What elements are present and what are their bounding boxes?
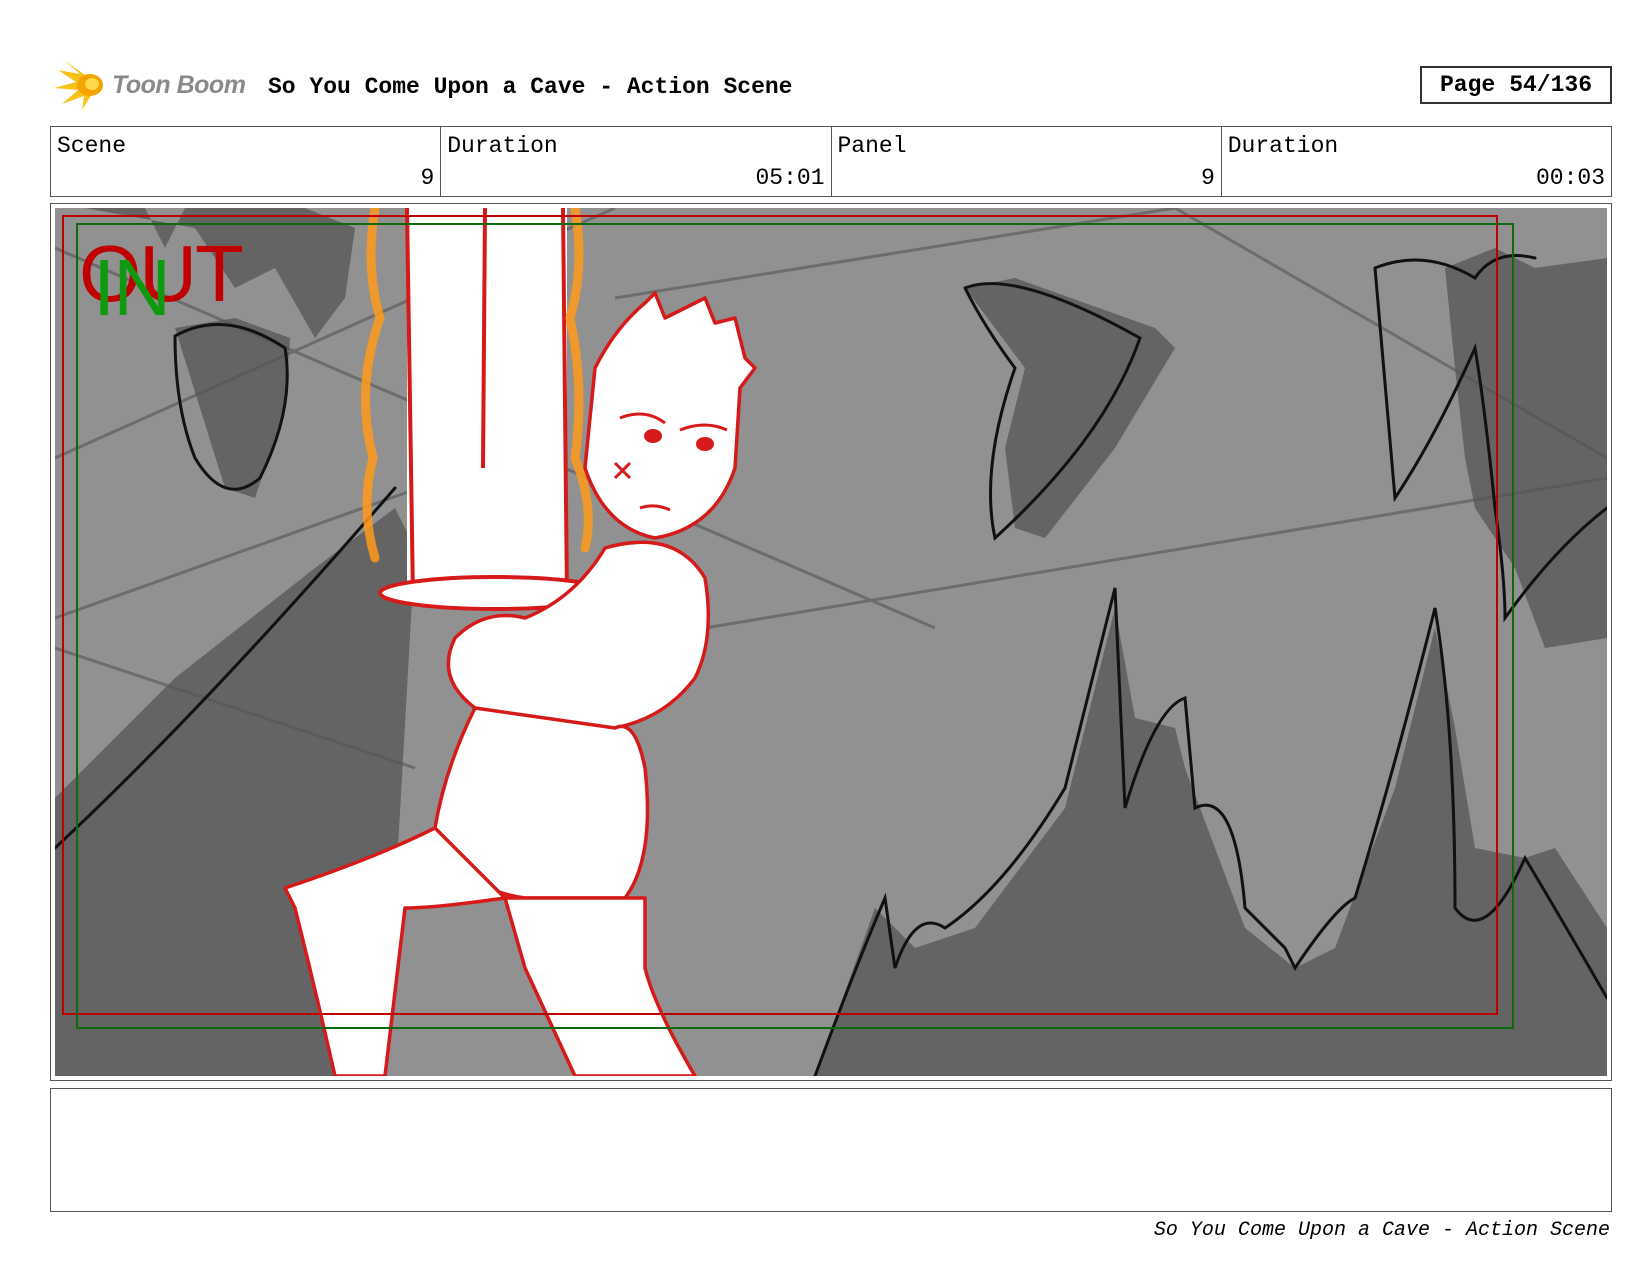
page-header: Toon Boom So You Come Upon a Cave - Acti… [50,58,1612,110]
scene-duration-label: Duration [447,133,558,159]
document-title: So You Come Upon a Cave - Action Scene [268,74,793,100]
panel-drawing [55,208,1607,1076]
panel-duration-value: 00:03 [1535,165,1605,191]
panel-label: Panel [837,133,907,159]
scene-label: Scene [57,133,127,159]
panel-value: 9 [1200,165,1215,191]
scene-value: 9 [420,165,435,191]
page-number: 54/136 [1509,72,1593,98]
panel-cell: Panel 9 [832,127,1222,196]
panel-notes-box[interactable] [50,1088,1612,1212]
storyboard-panel[interactable]: OUT IN [50,203,1612,1081]
scene-duration-cell: Duration 05:01 [441,127,832,196]
sunburst-icon [54,60,103,110]
toon-boom-logo: Toon Boom [54,58,254,110]
panel-duration-cell: Duration 00:03 [1222,127,1611,196]
scene-cell: Scene 9 [51,127,442,196]
logo-text: Toon Boom [112,71,246,99]
in-frame-label: IN [93,243,171,332]
scene-info-table: Scene 9 Duration 05:01 Panel 9 Duration … [50,126,1612,197]
panel-duration-label: Duration [1227,133,1339,159]
page-label: Page [1439,72,1496,98]
footer-title: So You Come Upon a Cave - Action Scene [1153,1219,1610,1242]
page-indicator: Page 54/136 [1420,66,1612,104]
scene-duration-value: 05:01 [755,165,825,191]
